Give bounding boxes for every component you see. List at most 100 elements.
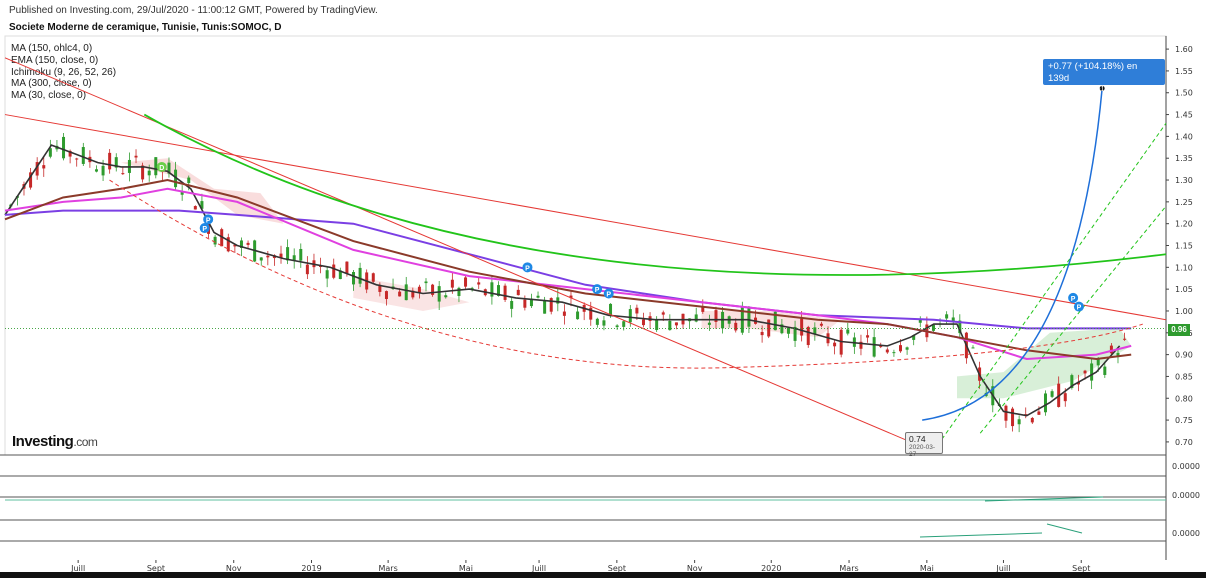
y-tick-label-15: 0.85 <box>1175 372 1193 381</box>
candle-body-94 <box>628 309 632 323</box>
candle-body-131 <box>872 337 876 357</box>
y-tick-label-1: 1.55 <box>1175 67 1193 76</box>
price-axis[interactable]: 1.60 1.55 1.50 1.45 1.40 1.35 1.30 1.25 1.20 1.15… <box>1166 45 1193 447</box>
candle-body-92 <box>615 325 619 328</box>
sub-panel-tick-0: 0.0000 <box>1172 462 1200 471</box>
candle-body-78 <box>523 299 527 308</box>
candle-body-86 <box>576 311 580 320</box>
event-badge-text-2: P <box>202 226 207 233</box>
candle-body-13 <box>94 169 98 172</box>
candle-body-15 <box>108 152 112 170</box>
curve-green <box>143 113 1167 276</box>
candle-body-151 <box>1004 405 1008 421</box>
candle-body-38 <box>259 257 263 261</box>
candle-body-14 <box>101 165 105 176</box>
candle-body-44 <box>299 248 303 261</box>
candle-body-31 <box>213 236 217 245</box>
oscillator-line-2 <box>919 532 1043 538</box>
candle-body-118 <box>786 327 790 334</box>
oscillator-line-3 <box>1046 523 1083 534</box>
y-tick-label-18: 0.70 <box>1175 438 1193 447</box>
candle-body-142 <box>945 314 949 319</box>
candle-body-82 <box>549 298 553 312</box>
candle-body-66 <box>444 295 448 298</box>
candle-body-153 <box>1017 419 1021 425</box>
investing-logo: Investing.com <box>12 433 98 450</box>
candle-body-77 <box>516 289 520 296</box>
candle-body-17 <box>121 173 125 175</box>
candle-body-55 <box>371 273 375 282</box>
channel-green-1 <box>933 123 1167 451</box>
cloud-red-1 <box>121 158 284 224</box>
panel-frames <box>0 35 1167 560</box>
candle-body-135 <box>899 345 903 352</box>
projection-change: +0.77 (+104.18%) en 139d <box>1048 61 1138 84</box>
candle-body-155 <box>1030 417 1034 423</box>
y-tick-label-16: 0.80 <box>1175 394 1193 403</box>
candle-body-49 <box>332 264 336 278</box>
candle-body-56 <box>378 285 382 292</box>
candle-body-132 <box>879 346 883 348</box>
ma30-line <box>4 144 1121 417</box>
projection-label[interactable]: +0.77 (+104.18%) en 139d 1.51 @ 2020-08-… <box>1043 59 1165 93</box>
candle-body-160 <box>1063 393 1067 402</box>
candle-body-75 <box>503 285 507 300</box>
candle-body-127 <box>846 329 850 334</box>
candle-body-95 <box>635 307 639 314</box>
candle-body-130 <box>866 335 870 338</box>
y-tick-label-9: 1.15 <box>1175 242 1193 251</box>
candle-body-52 <box>352 272 356 285</box>
candle-body-115 <box>767 319 771 337</box>
candle-body-166 <box>1103 366 1107 375</box>
low-price-label: 0.74 2020-03-27 <box>905 432 943 458</box>
candle-body-123 <box>819 323 823 326</box>
candle-body-8 <box>62 136 66 159</box>
low-price-value: 0.74 <box>909 434 926 444</box>
candle-body-114 <box>760 331 764 336</box>
candle-body-164 <box>1090 363 1094 381</box>
price-chart[interactable]: DPPPPPPP 1.601.551.501.451.401.351.301.2… <box>0 0 1206 578</box>
candle-body-105 <box>701 307 705 312</box>
y-tick-label-11: 1.05 <box>1175 285 1193 294</box>
candle-body-60 <box>404 284 408 301</box>
candle-body-89 <box>595 318 599 325</box>
candle-body-67 <box>450 279 454 288</box>
event-badge-text-5: P <box>606 292 611 299</box>
candle-body-106 <box>707 322 711 325</box>
candle-body-96 <box>641 319 645 326</box>
candle-body-27 <box>187 177 191 184</box>
y-tick-label-14: 0.90 <box>1175 351 1193 360</box>
candle-body-121 <box>806 326 810 346</box>
candle-body-157 <box>1043 393 1047 413</box>
candle-body-136 <box>905 347 909 350</box>
y-tick-label-5: 1.35 <box>1175 154 1193 163</box>
trendline-lower <box>4 57 911 443</box>
candle-body-59 <box>398 291 402 297</box>
candle-body-36 <box>246 242 250 245</box>
candle-body-125 <box>833 342 837 347</box>
bottom-bar <box>0 572 1206 578</box>
candle-body-5 <box>42 165 46 169</box>
logo-name: Investing <box>12 433 74 450</box>
candle-body-120 <box>800 318 804 336</box>
y-tick-label-17: 0.75 <box>1175 416 1193 425</box>
candle-body-138 <box>918 319 922 323</box>
y-tick-label-3: 1.45 <box>1175 111 1193 120</box>
candle-body-158 <box>1050 391 1054 397</box>
channel-green-2 <box>979 205 1167 434</box>
y-tick-label-0: 1.60 <box>1175 45 1193 54</box>
candle-body-63 <box>424 281 428 284</box>
low-price-date: 2020-03-27 <box>909 444 936 458</box>
candle-body-11 <box>81 147 85 164</box>
candle-body-65 <box>437 286 441 302</box>
projection-target: 1.51 @ 2020-08-13 <box>1048 86 1109 93</box>
candle-body-10 <box>75 158 79 160</box>
candle-body-45 <box>305 264 309 275</box>
candle-body-76 <box>510 300 514 309</box>
candle-body-80 <box>536 295 540 298</box>
y-tick-label-12: 1.00 <box>1175 307 1193 316</box>
candle-body-51 <box>345 261 349 274</box>
candle-body-110 <box>734 322 738 331</box>
candle-body-69 <box>464 277 468 287</box>
candle-body-84 <box>562 311 566 316</box>
